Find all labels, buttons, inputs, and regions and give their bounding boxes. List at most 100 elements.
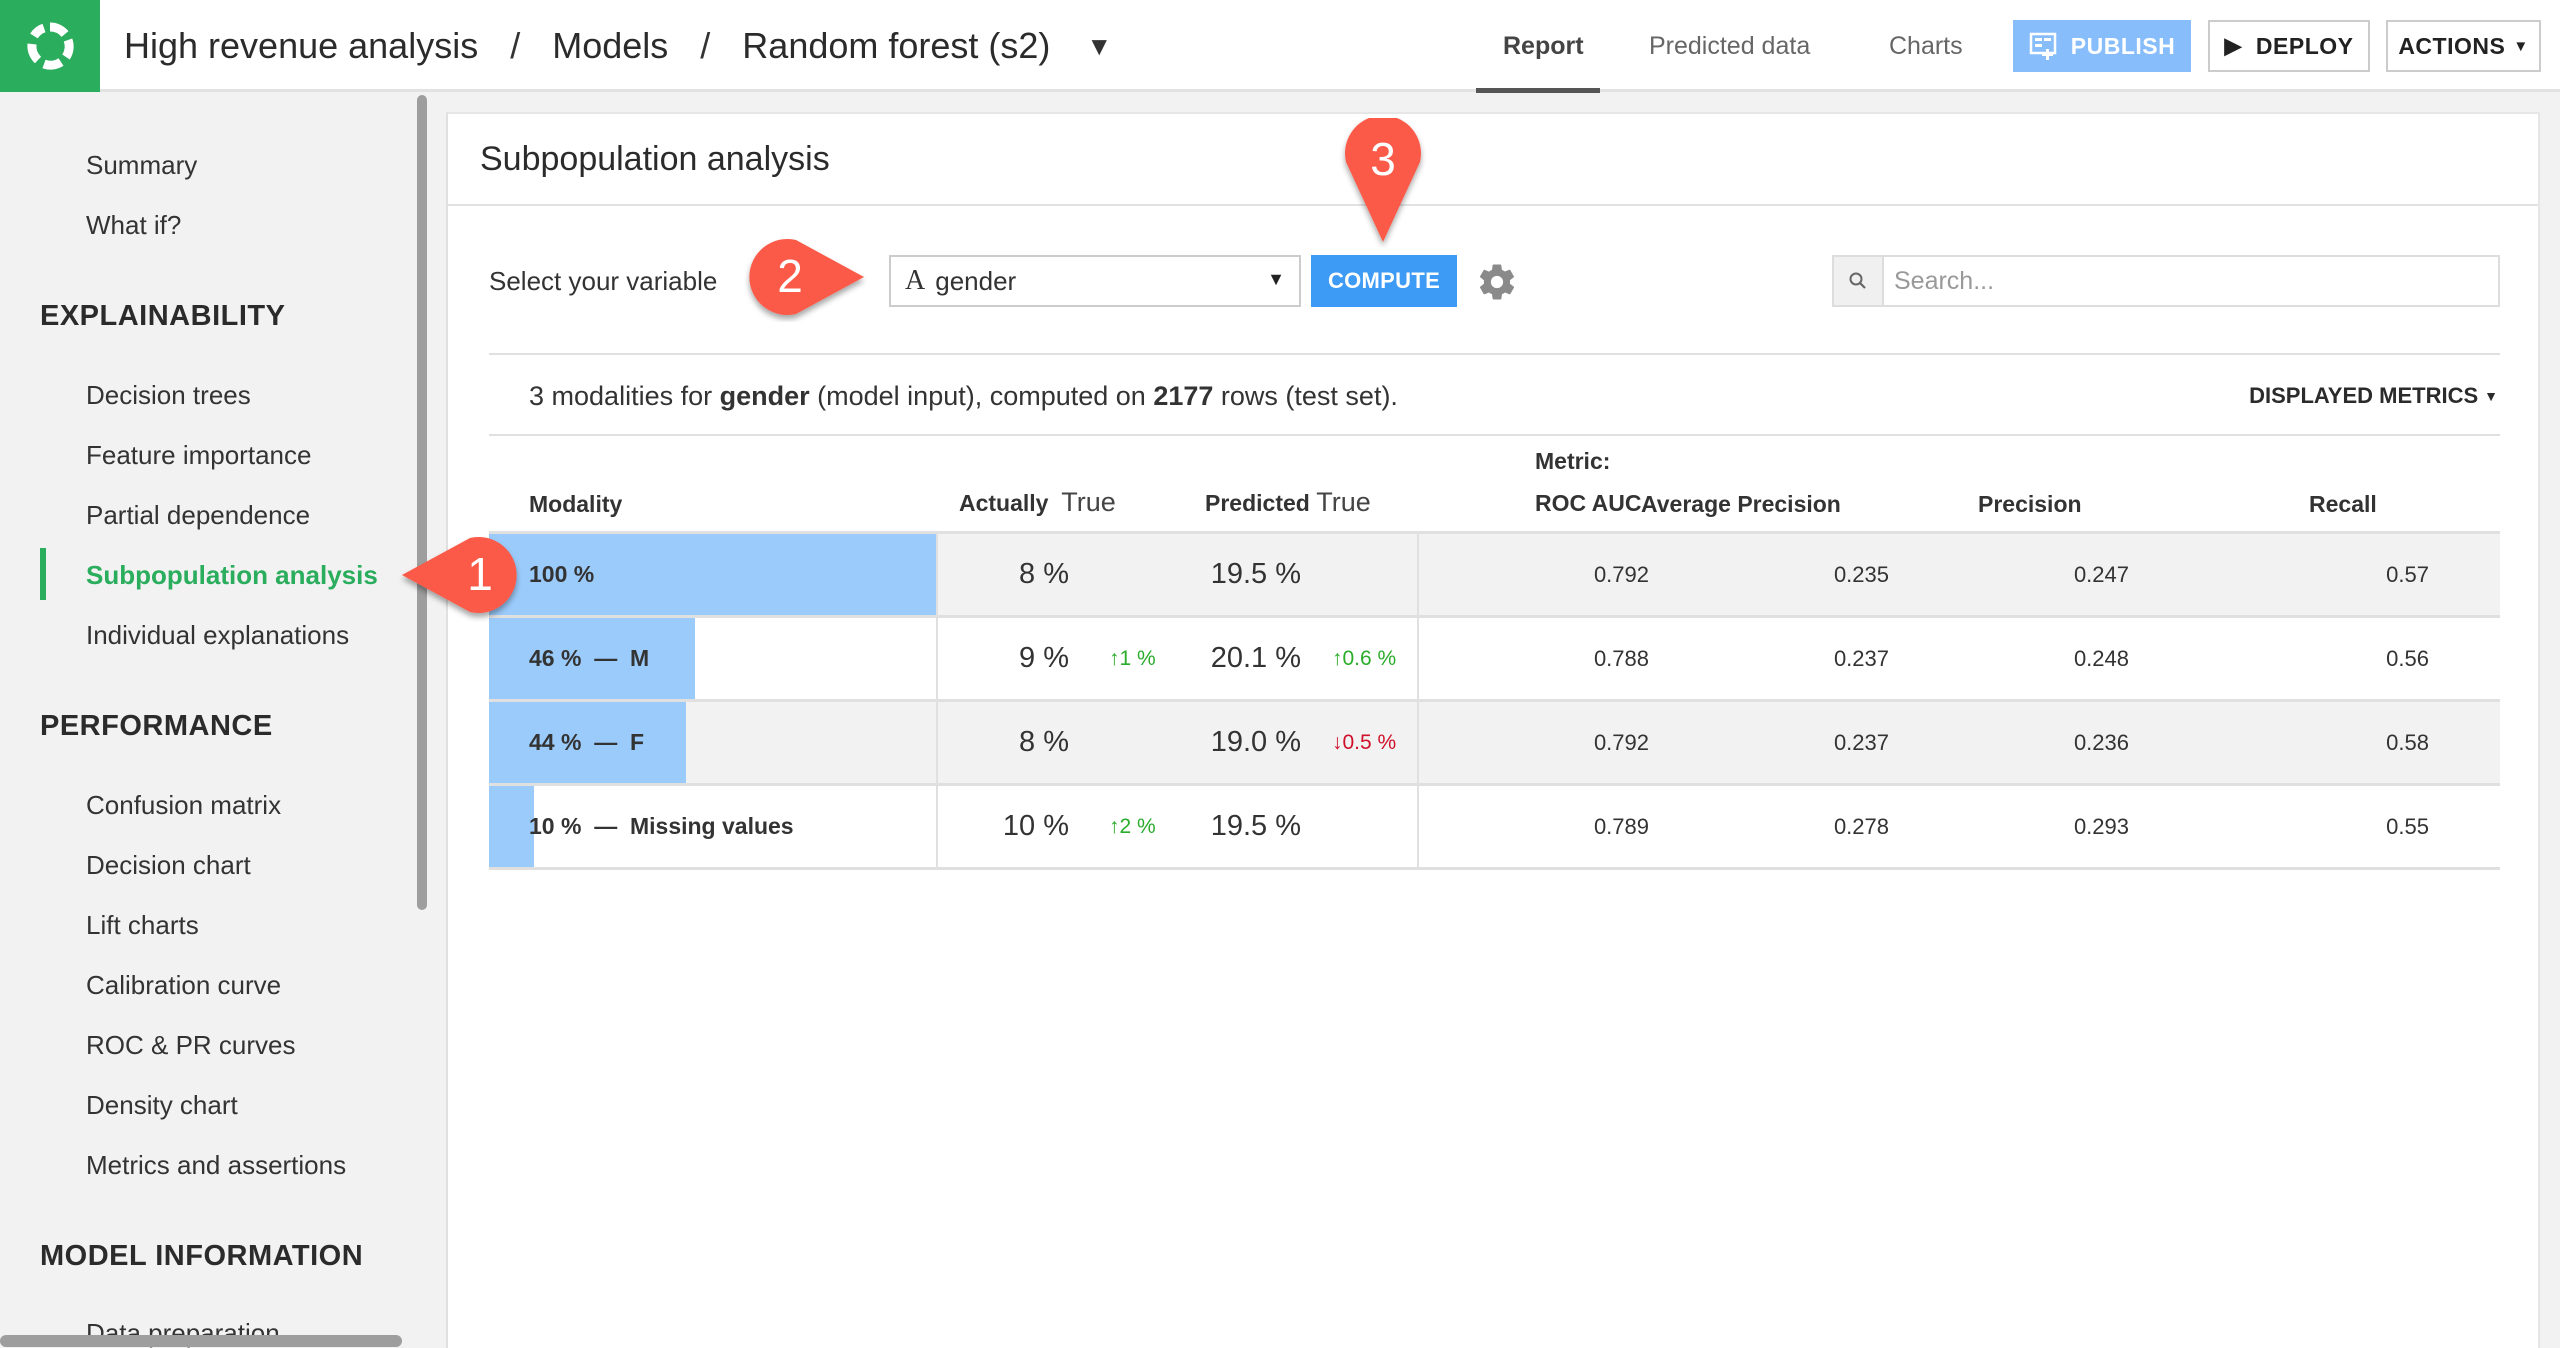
summary-variable: gender <box>719 380 810 411</box>
search-icon <box>1849 272 1866 289</box>
header-actually-value: True <box>1061 487 1116 517</box>
chevron-down-icon: ▼ <box>2513 37 2529 55</box>
header-recall[interactable]: Recall <box>2309 491 2377 518</box>
header-roc-auc[interactable]: ROC AUC <box>1535 490 1641 517</box>
sidebar-item-roc-pr-curves[interactable]: ROC & PR curves <box>86 1030 296 1061</box>
breadcrumb-project[interactable]: High revenue analysis <box>124 25 478 67</box>
sidebar-section-model-information: MODEL INFORMATION <box>40 1240 364 1272</box>
predicted-true-value: 20.1 % <box>1210 642 1301 674</box>
variable-value: gender <box>935 265 1017 296</box>
deploy-button[interactable]: ▶ DEPLOY <box>2208 20 2370 72</box>
sidebar-vertical-scrollbar[interactable] <box>417 95 427 910</box>
sidebar-item-subpopulation-analysis[interactable]: Subpopulation analysis <box>86 560 378 591</box>
breadcrumb-models[interactable]: Models <box>552 25 668 67</box>
model-dropdown-caret-icon[interactable]: ▼ <box>1086 31 1112 62</box>
table-row[interactable]: 44 % — F 8 % 19.0 % ↓ 0.5 % 0.792 0.237 0.236 0.… <box>489 702 2500 786</box>
sidebar-item-individual-explanations[interactable]: Individual explanations <box>86 620 349 651</box>
tab-charts[interactable]: Charts <box>1889 0 1963 92</box>
breadcrumb: High revenue analysis / Models / Random … <box>124 0 1112 92</box>
displayed-metrics-dropdown[interactable]: DISPLAYED METRICS ▼ <box>2249 376 2498 416</box>
sidebar-item-summary[interactable]: Summary <box>86 150 197 181</box>
sidebar-horizontal-scrollbar[interactable] <box>0 1335 402 1347</box>
callout-3-label: 3 <box>1370 133 1396 185</box>
summary-text-part: (model input), computed on <box>809 380 1154 411</box>
active-tab-indicator <box>1476 88 1600 93</box>
sidebar-item-decision-trees[interactable]: Decision trees <box>86 380 251 411</box>
sidebar-item-calibration-curve[interactable]: Calibration curve <box>86 970 281 1001</box>
predicted-true-value: 19.5 % <box>1210 810 1301 842</box>
sidebar-section-explainability: EXPLAINABILITY <box>40 300 286 332</box>
search-input[interactable] <box>1884 257 2498 305</box>
top-header: High revenue analysis / Models / Random … <box>0 0 2560 93</box>
table-row[interactable]: 46 % — M9 % ↑ 1 % 20.1 % ↑ 0.6 % 0.788 0.237 0.2… <box>489 618 2500 702</box>
deploy-label: DEPLOY <box>2255 32 2354 59</box>
table-row[interactable]: 10 % — Missing values 10 % ↑ 2 % 19.5 % 0.789… <box>489 786 2500 870</box>
sidebar-item-confusion-matrix[interactable]: Confusion matrix <box>86 790 281 821</box>
compute-button[interactable]: COMPUTE <box>1311 255 1457 307</box>
sidebar-item-what-if[interactable]: What if? <box>86 210 181 241</box>
publish-button[interactable]: PUBLISH <box>2013 20 2191 72</box>
column-divider <box>1417 618 1419 699</box>
actually-true-value: 10 % <box>1002 810 1069 842</box>
app-logo[interactable] <box>0 0 100 92</box>
breadcrumb-model[interactable]: Random forest (s2) <box>742 25 1050 67</box>
header-average-precision[interactable]: Average Precision <box>1641 491 1841 518</box>
callout-2: 2 <box>749 239 864 315</box>
roc-auc-value: 0.789 <box>1593 813 1649 839</box>
header-predicted-label: Predicted <box>1205 490 1310 516</box>
roc-auc-value: 0.792 <box>1593 561 1649 587</box>
actions-label: ACTIONS <box>2398 32 2506 59</box>
text-type-icon: A <box>905 265 926 296</box>
actually-delta: ↑ 1 % <box>1109 618 1156 699</box>
sidebar-item-lift-charts[interactable]: Lift charts <box>86 910 199 941</box>
header-predicted-true[interactable]: Predicted True <box>1205 487 1371 518</box>
predicted-delta: ↑ 0.6 % <box>1332 618 1396 699</box>
sidebar-item-density-chart[interactable]: Density chart <box>86 1090 238 1121</box>
gear-icon[interactable] <box>1476 261 1518 303</box>
displayed-metrics-label: DISPLAYED METRICS <box>2249 383 2479 408</box>
divider <box>489 434 2500 436</box>
play-icon: ▶ <box>2224 33 2242 58</box>
column-divider <box>1417 534 1419 615</box>
column-divider <box>1417 786 1419 867</box>
arrow-up-icon: ↑ <box>1332 646 1343 670</box>
header-precision[interactable]: Precision <box>1978 491 2082 518</box>
actually-true-value: 8 % <box>1019 558 1069 590</box>
header-modality[interactable]: Modality <box>529 491 622 518</box>
recall-value: 0.58 <box>2386 729 2429 755</box>
header-metric-prefix: Metric: <box>1535 448 1611 474</box>
sidebar-item-decision-chart[interactable]: Decision chart <box>86 850 251 881</box>
column-divider <box>936 618 938 699</box>
share-bar <box>489 786 534 867</box>
recall-value: 0.57 <box>2386 561 2429 587</box>
recall-value: 0.56 <box>2386 645 2429 671</box>
arrow-up-icon: ↑ <box>1109 814 1120 838</box>
actually-true-value: 8 % <box>1019 726 1069 758</box>
modality-count: 3 <box>529 380 545 411</box>
sidebar-item-partial-dependence[interactable]: Partial dependence <box>86 500 310 531</box>
arrow-down-icon: ↓ <box>1332 730 1343 754</box>
tab-predicted-data[interactable]: Predicted data <box>1649 0 1810 92</box>
modality-label: 10 % — Missing values <box>529 813 794 839</box>
logo-ring-icon <box>27 22 74 70</box>
sidebar-item-feature-importance[interactable]: Feature importance <box>86 440 311 471</box>
chevron-down-icon: ▼ <box>1267 269 1285 289</box>
roc-auc-value: 0.788 <box>1593 645 1649 671</box>
actions-button[interactable]: ACTIONS ▼ <box>2386 20 2541 72</box>
header-actually-true[interactable]: Actually True <box>959 487 1116 518</box>
breadcrumb-separator: / <box>510 25 521 66</box>
predicted-delta-value: 0.5 % <box>1342 730 1397 754</box>
sidebar-section-performance: PERFORMANCE <box>40 710 273 742</box>
sidebar-item-metrics-assertions[interactable]: Metrics and assertions <box>86 1150 346 1181</box>
table-row[interactable]: 100 % 8 % 19.5 % 0.792 0.235 0.247 0.57 <box>489 534 2500 618</box>
dashboard-add-icon <box>2029 32 2057 60</box>
actually-true-value: 9 % <box>1019 642 1069 674</box>
predicted-true-value: 19.5 % <box>1210 558 1301 590</box>
variable-select[interactable]: A gender ▼ <box>889 255 1301 307</box>
precision-value: 0.247 <box>2073 561 2129 587</box>
tab-report[interactable]: Report <box>1503 0 1584 92</box>
search-box[interactable] <box>1832 255 2500 307</box>
summary-text-part: modalities for <box>544 380 720 411</box>
summary-text: 3 modalities for gender (model input), c… <box>529 376 1398 416</box>
average-precision-value: 0.237 <box>1833 645 1889 671</box>
